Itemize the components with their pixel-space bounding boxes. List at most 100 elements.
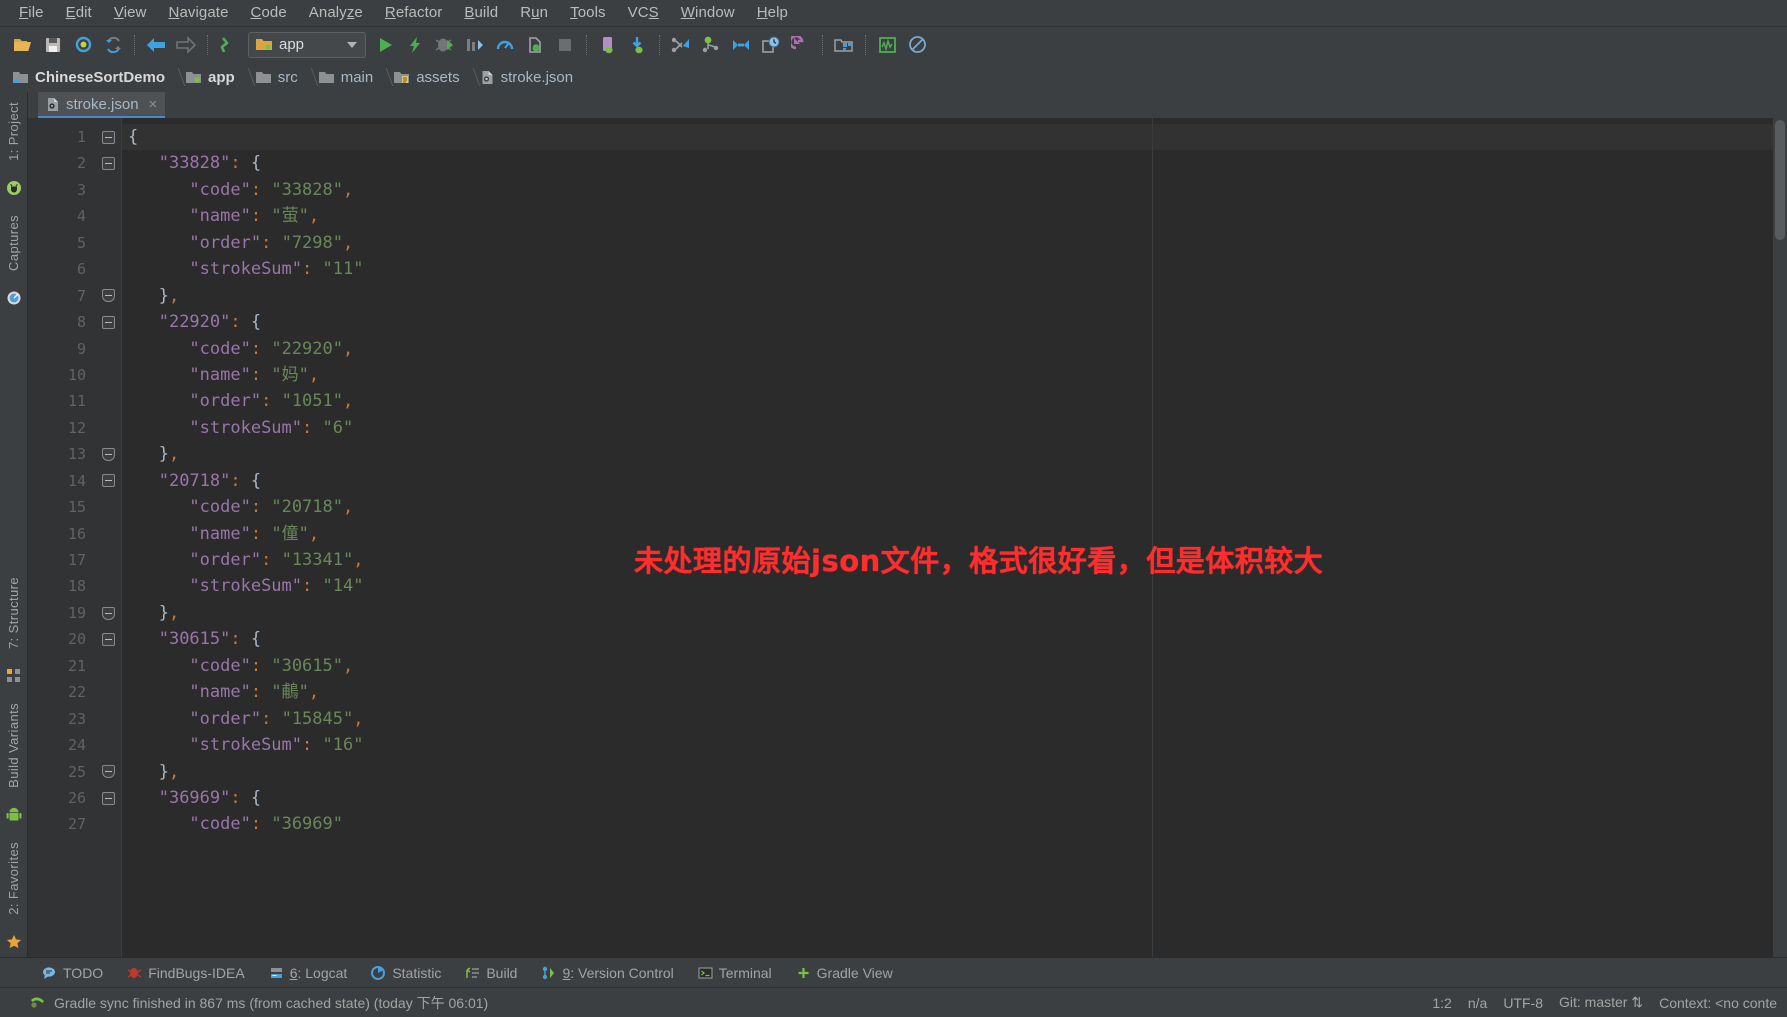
menu-item-file[interactable]: File xyxy=(8,2,55,24)
menu-item-run[interactable]: Run xyxy=(509,2,559,24)
caret-position[interactable]: 1:2 xyxy=(1432,995,1451,1011)
editor-tab-stroke-json[interactable]: stroke.json × xyxy=(38,92,166,118)
fold-slot[interactable] xyxy=(96,785,121,811)
fold-slot[interactable] xyxy=(96,600,121,626)
menu-item-vcs[interactable]: VCS xyxy=(617,2,670,24)
context-widget[interactable]: Context: <no conte xyxy=(1659,995,1777,1011)
menu-item-help[interactable]: Help xyxy=(746,2,799,24)
editor-viewport[interactable]: 1 2 3 4 5 6 7 8 9 10 11 12 13 14 15 16 17 18 19 20 21 22 23 24 2… xyxy=(28,118,1787,957)
menu-item-view[interactable]: View xyxy=(103,2,158,24)
fold-collapse-icon[interactable] xyxy=(102,633,115,647)
structure-icon[interactable] xyxy=(5,667,23,685)
fold-collapse-icon[interactable] xyxy=(102,315,115,329)
bottom-tab-build[interactable]: Build xyxy=(453,962,529,984)
fold-slot[interactable] xyxy=(96,309,121,335)
code-line[interactable]: "strokeSum": "6" xyxy=(122,415,1773,441)
chevron-down-icon[interactable] xyxy=(347,41,357,48)
code-line[interactable]: "code": "36969" xyxy=(122,811,1773,837)
refresh-icon[interactable] xyxy=(98,31,128,59)
sidebar-item-build-variants[interactable]: Build Variants xyxy=(5,699,22,792)
fold-collapse-icon[interactable] xyxy=(102,474,115,488)
line-separator[interactable]: n/a xyxy=(1468,995,1487,1011)
breadcrumb-item-assets[interactable]: assets xyxy=(389,64,465,90)
code-line[interactable]: }, xyxy=(122,283,1773,309)
fold-slot[interactable] xyxy=(96,283,121,309)
code-line[interactable]: }, xyxy=(122,441,1773,467)
no-access-icon[interactable] xyxy=(902,31,932,59)
editor-scrollbar[interactable] xyxy=(1773,118,1787,957)
vcs-history-icon[interactable] xyxy=(756,31,786,59)
close-icon[interactable]: × xyxy=(149,96,158,113)
menu-item-code[interactable]: Code xyxy=(240,2,298,24)
fold-slot[interactable] xyxy=(96,150,121,176)
code-line[interactable]: "code": "30615", xyxy=(122,653,1773,679)
code-line[interactable]: }, xyxy=(122,600,1773,626)
code-line[interactable]: "20718": { xyxy=(122,468,1773,494)
code-line[interactable]: "order": "1051", xyxy=(122,388,1773,414)
attach-debugger-icon[interactable] xyxy=(520,31,550,59)
breadcrumb-item-main[interactable]: main xyxy=(314,64,380,90)
bottom-tab-statistic[interactable]: Statistic xyxy=(359,962,453,984)
theme-editor-icon[interactable] xyxy=(872,31,902,59)
menu-item-build[interactable]: Build xyxy=(453,2,509,24)
open-folder-icon[interactable] xyxy=(8,31,38,59)
stop-icon[interactable] xyxy=(550,31,580,59)
fold-collapse-icon[interactable] xyxy=(102,157,115,171)
code-line[interactable]: "name": "萤", xyxy=(122,203,1773,229)
bottom-tab-6-logcat[interactable]: 6: Logcat xyxy=(257,962,360,984)
code-line[interactable]: "30615": { xyxy=(122,626,1773,652)
menu-item-navigate[interactable]: Navigate xyxy=(158,2,240,24)
code-line[interactable]: "order": "7298", xyxy=(122,230,1773,256)
run-configuration-selector[interactable]: app xyxy=(248,31,366,58)
sync-icon[interactable] xyxy=(68,31,98,59)
android-icon[interactable] xyxy=(5,806,23,824)
menu-item-tools[interactable]: Tools xyxy=(559,2,617,24)
code-line[interactable]: "code": "33828", xyxy=(122,177,1773,203)
fold-slot[interactable] xyxy=(96,441,121,467)
menu-item-window[interactable]: Window xyxy=(670,2,746,24)
profile-icon[interactable] xyxy=(460,31,490,59)
vcs-push-icon[interactable] xyxy=(726,31,756,59)
project-icon[interactable] xyxy=(5,179,23,197)
code-line[interactable]: "strokeSum": "11" xyxy=(122,256,1773,282)
bottom-tab-findbugs-idea[interactable]: FindBugs-IDEA xyxy=(115,962,256,984)
sidebar-item-captures[interactable]: Captures xyxy=(5,211,22,275)
fold-end-icon[interactable] xyxy=(102,765,115,779)
breadcrumb-item-src[interactable]: src xyxy=(251,64,304,90)
fold-end-icon[interactable] xyxy=(102,606,115,620)
sidebar-item-favorites[interactable]: 2: Favorites xyxy=(5,838,22,919)
menu-item-refactor[interactable]: Refactor xyxy=(374,2,454,24)
avd-manager-icon[interactable] xyxy=(593,31,623,59)
bottom-tab-todo[interactable]: TODO xyxy=(30,962,115,984)
code-line[interactable]: "name": "鵏", xyxy=(122,679,1773,705)
fold-slot[interactable] xyxy=(96,626,121,652)
code-content[interactable]: { "33828": { "code": "33828", "name": "萤… xyxy=(122,118,1773,957)
fold-end-icon[interactable] xyxy=(102,289,115,303)
fold-slot[interactable] xyxy=(96,759,121,785)
code-folding-gutter[interactable] xyxy=(96,118,122,957)
menu-item-analyze[interactable]: Analyze xyxy=(298,2,374,24)
breadcrumb-item-stroke-json[interactable]: stroke.json xyxy=(476,64,580,90)
code-line[interactable]: "36969": { xyxy=(122,785,1773,811)
captures-icon[interactable] xyxy=(5,289,23,307)
code-line[interactable]: }, xyxy=(122,759,1773,785)
menu-item-edit[interactable]: Edit xyxy=(55,2,103,24)
star-icon[interactable] xyxy=(5,933,23,951)
code-line[interactable]: "order": "15845", xyxy=(122,706,1773,732)
code-line[interactable]: "22920": { xyxy=(122,309,1773,335)
navigate-forward-icon[interactable] xyxy=(171,31,201,59)
fold-collapse-icon[interactable] xyxy=(102,130,115,144)
fold-slot[interactable] xyxy=(96,124,121,150)
fold-slot[interactable] xyxy=(96,468,121,494)
vcs-update-icon[interactable] xyxy=(666,31,696,59)
git-branch-widget[interactable]: Git: master ⇅ xyxy=(1559,994,1643,1011)
layout-inspector-icon[interactable] xyxy=(829,31,859,59)
code-line[interactable]: "code": "20718", xyxy=(122,494,1773,520)
apply-changes-icon[interactable] xyxy=(400,31,430,59)
fold-collapse-icon[interactable] xyxy=(102,791,115,805)
file-encoding[interactable]: UTF-8 xyxy=(1503,995,1543,1011)
sidebar-item-structure[interactable]: 7: Structure xyxy=(5,573,22,653)
navigate-back-icon[interactable] xyxy=(141,31,171,59)
sidebar-item-project[interactable]: 1: Project xyxy=(5,98,22,165)
vcs-revert-icon[interactable] xyxy=(786,31,816,59)
